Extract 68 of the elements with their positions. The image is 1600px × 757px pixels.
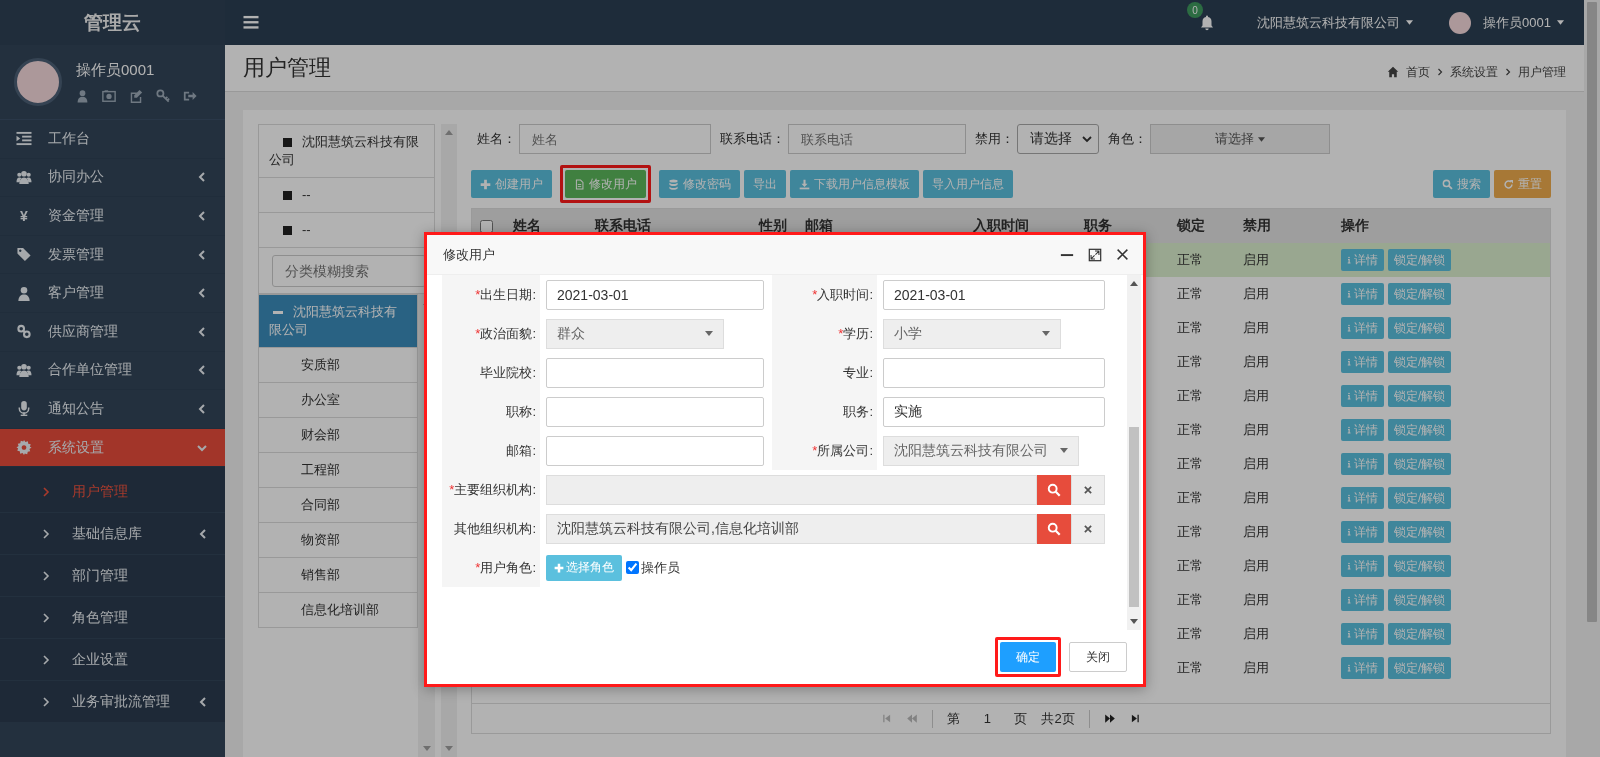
column-header: 姓名 <box>512 217 542 235</box>
field-label: 职称: <box>506 402 536 421</box>
table-cell-text: 正常 <box>1176 251 1204 269</box>
filter-label: 角色： <box>1108 130 1147 148</box>
table-cell-text: 正常 <box>1176 319 1204 337</box>
table-cell-text: 正常 <box>1176 489 1204 507</box>
column-header: 联系电话 <box>593 217 652 235</box>
field-label: 职务: <box>843 402 873 421</box>
table-cell-text: 启用 <box>1242 455 1270 473</box>
field-label: 所属公司: <box>817 441 873 460</box>
field-label: 入职时间: <box>817 285 873 304</box>
required-mark: * <box>812 287 818 302</box>
column-header: 性别 <box>757 217 788 235</box>
field-label: 主要组织机构: <box>454 480 536 499</box>
column-header: 入职时间 <box>972 217 1030 235</box>
table-cell-text: 启用 <box>1242 557 1270 575</box>
column-header: 锁定 <box>1175 217 1206 235</box>
table-cell-text: 正常 <box>1176 523 1204 541</box>
page-total: 共2页 <box>1041 709 1075 728</box>
required-mark: * <box>475 326 481 341</box>
table-cell-text: 启用 <box>1242 319 1270 337</box>
filter-label: 联系电话： <box>720 130 785 148</box>
table-cell-text: 启用 <box>1242 387 1270 405</box>
table-cell-text: 正常 <box>1176 421 1204 439</box>
table-cell-text: 正常 <box>1176 387 1204 405</box>
page-label: 页 <box>1014 709 1028 728</box>
role-label: 操作员 <box>641 558 680 577</box>
table-cell-text: 正常 <box>1176 591 1204 609</box>
required-mark: * <box>812 443 818 458</box>
field-label: 专业: <box>843 363 873 382</box>
filter-label: 禁用： <box>975 130 1014 148</box>
required-mark: * <box>475 287 481 302</box>
user-name: 操作员0001 <box>76 61 156 80</box>
dialog-title: 修改用户 <box>443 245 495 264</box>
field-label: 学历: <box>843 324 873 343</box>
column-header: 职务 <box>1082 217 1113 235</box>
table-cell-text: 正常 <box>1176 625 1204 643</box>
column-header: 操作 <box>1340 217 1370 235</box>
table-cell-text: 启用 <box>1242 285 1270 303</box>
table-cell-text: 启用 <box>1242 523 1270 541</box>
column-header: 禁用 <box>1242 217 1272 235</box>
table-cell-text: 启用 <box>1242 421 1270 439</box>
field-label: 邮箱: <box>506 441 536 460</box>
required-mark: * <box>475 560 481 575</box>
field-label: 政治面貌: <box>480 324 536 343</box>
table-cell-text: 启用 <box>1242 591 1270 609</box>
table-cell-text: 启用 <box>1242 625 1270 643</box>
table-cell-text: 正常 <box>1176 285 1204 303</box>
required-mark: * <box>838 326 844 341</box>
table-cell-text: 正常 <box>1176 455 1204 473</box>
field-label: 其他组织机构: <box>454 519 536 538</box>
filter-label: 姓名： <box>477 130 516 148</box>
page-title: 用户管理 <box>243 54 331 82</box>
table-cell-text: 正常 <box>1176 659 1204 677</box>
column-header: 邮箱 <box>804 217 834 235</box>
table-cell-text: 正常 <box>1176 557 1204 575</box>
field-label: 毕业院校: <box>480 363 536 382</box>
page-label: 第 <box>947 709 961 728</box>
table-cell-text: 正常 <box>1176 353 1204 371</box>
notification-badge: 0 <box>1187 2 1204 18</box>
required-mark: * <box>449 482 455 497</box>
table-cell-text: 启用 <box>1242 353 1270 371</box>
field-label: 出生日期: <box>480 285 536 304</box>
table-cell-text: 启用 <box>1242 489 1270 507</box>
yen-icon: ¥ <box>16 208 32 224</box>
table-cell-text: 启用 <box>1242 251 1270 269</box>
table-cell-text: 启用 <box>1242 659 1270 677</box>
field-label: 用户角色: <box>480 558 536 577</box>
